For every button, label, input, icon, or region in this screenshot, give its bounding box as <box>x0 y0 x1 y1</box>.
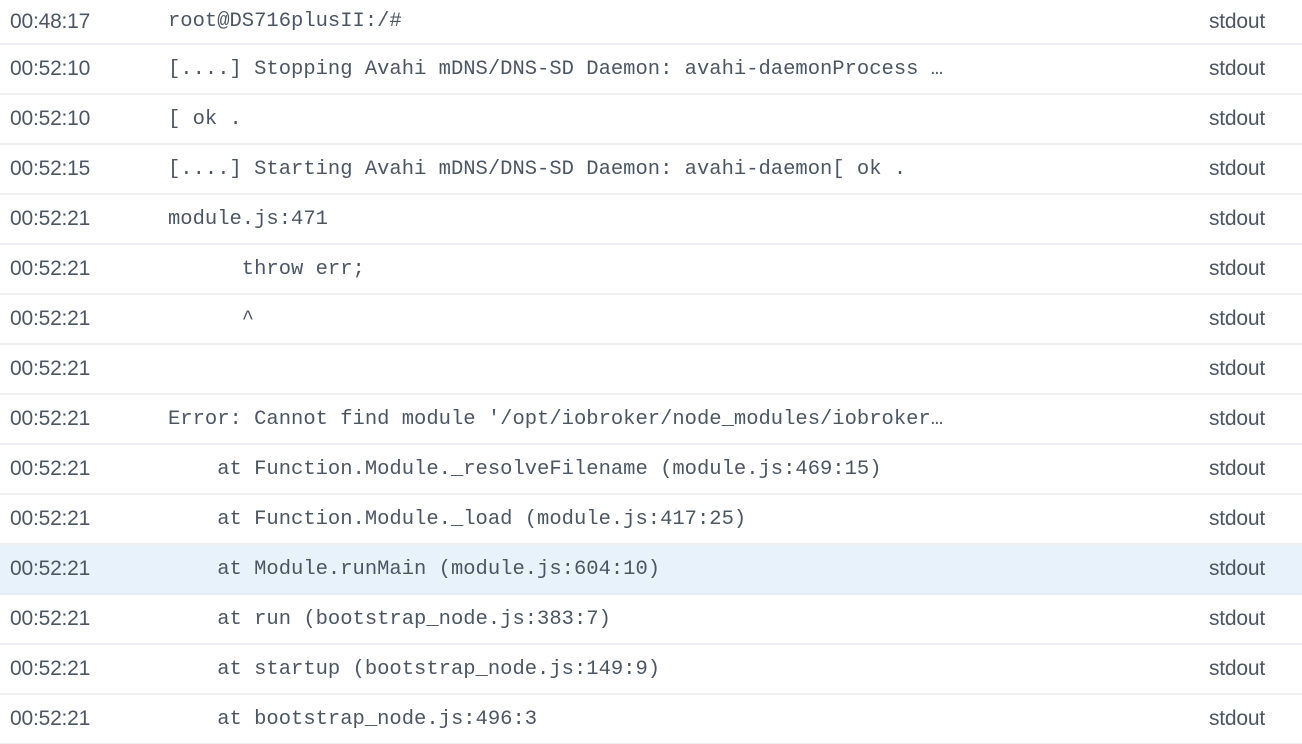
log-timestamp: 00:52:21 <box>10 207 91 230</box>
log-severity: stdout <box>1208 9 1265 33</box>
log-severity: stdout <box>1208 307 1265 330</box>
log-severity: stdout <box>1208 257 1265 280</box>
log-row[interactable]: 00:52:21 at bootstrap_node.js:496:3 stdou… <box>0 695 1302 744</box>
log-message: [ ok . <box>168 107 242 131</box>
log-timestamp: 00:52:21 <box>10 457 91 480</box>
log-timestamp: 00:52:21 <box>10 257 91 280</box>
log-row[interactable]: 00:52:21 at Function.Module._resolveFile… <box>0 445 1302 495</box>
log-row[interactable]: 00:52:21 module.js:471 stdout <box>0 195 1302 245</box>
log-timestamp: 00:52:10 <box>10 107 91 130</box>
log-timestamp: 00:52:21 <box>10 307 91 330</box>
log-message: at startup (bootstrap_node.js:149:9) <box>168 657 661 681</box>
log-message: at Module.runMain (module.js:604:10) <box>168 557 661 581</box>
log-severity: stdout <box>1208 607 1265 630</box>
log-severity: stdout <box>1208 207 1265 230</box>
log-message: ^ <box>168 307 255 331</box>
log-timestamp: 00:52:21 <box>10 557 91 580</box>
log-row[interactable]: 00:52:21 Error: Cannot find module '/opt/… <box>0 395 1302 445</box>
log-severity: stdout <box>1208 507 1265 530</box>
log-timestamp: 00:48:17 <box>10 9 91 33</box>
log-timestamp: 00:52:21 <box>10 507 91 530</box>
log-severity: stdout <box>1208 657 1265 680</box>
log-message: root@DS716plusII:/# <box>168 10 402 33</box>
log-timestamp: 00:52:15 <box>10 157 91 180</box>
log-row[interactable]: 00:52:21 at Function.Module._load (modul… <box>0 495 1302 545</box>
log-severity: stdout <box>1208 707 1265 730</box>
log-message: at Function.Module._load (module.js:417:… <box>168 507 747 531</box>
log-message: module.js:471 <box>168 207 328 231</box>
log-row[interactable]: 00:52:10 [ ok . stdout <box>0 95 1302 145</box>
log-message: at Function.Module._resolveFilename (mod… <box>168 457 882 481</box>
log-timestamp: 00:52:21 <box>10 407 91 430</box>
log-message: [....] Stopping Avahi mDNS/DNS-SD Daemon… <box>168 57 944 81</box>
log-row[interactable]: 00:52:21 stdout <box>0 345 1302 395</box>
log-severity: stdout <box>1208 407 1265 430</box>
log-message: throw err; <box>168 257 365 281</box>
log-severity: stdout <box>1208 107 1265 130</box>
log-message: [....] Starting Avahi mDNS/DNS-SD Daemon… <box>168 157 907 181</box>
log-message: Error: Cannot find module '/opt/iobroker… <box>168 407 944 431</box>
log-severity: stdout <box>1208 357 1265 380</box>
log-message: at bootstrap_node.js:496:3 <box>168 707 538 731</box>
log-row[interactable]: 00:52:10 [....] Stopping Avahi mDNS/DNS-S… <box>0 45 1302 95</box>
log-row[interactable]: 00:52:21 throw err; stdout <box>0 245 1302 295</box>
log-row[interactable]: 00:52:21 at startup (bootstrap_node.js:1… <box>0 645 1302 695</box>
log-severity: stdout <box>1208 57 1265 80</box>
log-row[interactable]: 00:52:15 [....] Starting Avahi mDNS/DNS-S… <box>0 145 1302 195</box>
log-timestamp: 00:52:21 <box>10 707 91 730</box>
log-severity: stdout <box>1208 157 1265 180</box>
log-table: 00:48:17 root@DS716plusII:/# stdout 00:52:1… <box>0 0 1302 744</box>
log-severity: stdout <box>1208 457 1265 480</box>
log-row[interactable]: 00:52:21 at run (bootstrap_node.js:383:7… <box>0 595 1302 645</box>
log-timestamp: 00:52:21 <box>10 357 91 380</box>
log-row[interactable]: 00:48:17 root@DS716plusII:/# stdout <box>0 0 1302 45</box>
log-row[interactable]: 00:52:21 at Module.runMain (module.js:60… <box>0 545 1302 595</box>
log-message: at run (bootstrap_node.js:383:7) <box>168 607 611 631</box>
log-severity: stdout <box>1208 557 1265 580</box>
log-timestamp: 00:52:21 <box>10 657 91 680</box>
log-timestamp: 00:52:10 <box>10 57 91 80</box>
log-row[interactable]: 00:52:21 ^ stdout <box>0 295 1302 345</box>
log-timestamp: 00:52:21 <box>10 607 91 630</box>
